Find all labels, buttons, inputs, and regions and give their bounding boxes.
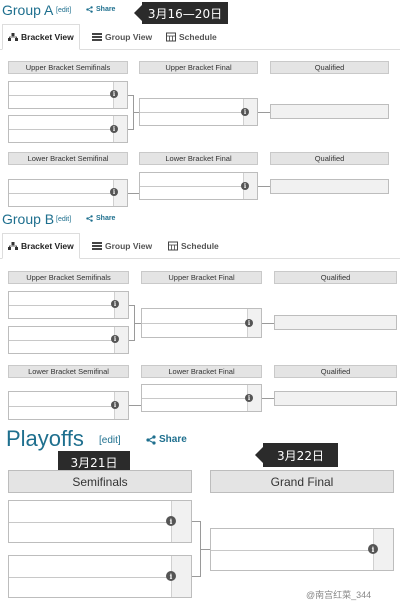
playoffs-share-button[interactable]: Share xyxy=(146,434,187,445)
info-icon[interactable]: i xyxy=(245,394,253,402)
info-icon[interactable]: i xyxy=(110,90,118,98)
match-box[interactable] xyxy=(141,384,262,412)
calendar-icon xyxy=(168,241,178,251)
tab-group-view[interactable]: Group View xyxy=(92,24,152,50)
header-upper-final: Upper Bracket Final xyxy=(139,61,258,74)
qualified-slot xyxy=(274,315,397,330)
final-date-callout: 3月22日 xyxy=(255,443,338,467)
info-icon[interactable]: i xyxy=(111,300,119,308)
tab-bracket-view[interactable]: Bracket View xyxy=(2,233,80,259)
group-a-edit-link[interactable]: [edit] xyxy=(56,7,71,14)
qualified-slot xyxy=(270,104,389,119)
qualified-slot xyxy=(274,391,397,406)
info-icon[interactable]: i xyxy=(111,335,119,343)
info-icon[interactable]: i xyxy=(166,516,176,526)
playoffs-edit-link[interactable]: [edit] xyxy=(99,435,121,446)
qualified-slot xyxy=(270,179,389,194)
header-upper-final: Upper Bracket Final xyxy=(141,271,262,284)
header-qualified: Qualified xyxy=(274,271,397,284)
tab-group-view[interactable]: Group View xyxy=(92,233,152,259)
tab-bracket-view[interactable]: Bracket View xyxy=(2,24,80,50)
list-icon xyxy=(92,242,102,250)
semifinal-match-box[interactable] xyxy=(8,555,192,598)
watermark: @南宫红菜_344 xyxy=(306,590,372,600)
header-qualified: Qualified xyxy=(274,365,397,378)
info-icon[interactable]: i xyxy=(241,182,249,190)
info-icon[interactable]: i xyxy=(111,401,119,409)
group-b-share-button[interactable]: Share xyxy=(86,215,115,222)
tab-schedule[interactable]: Schedule xyxy=(166,24,217,50)
tab-schedule[interactable]: Schedule xyxy=(168,233,219,259)
header-qualified: Qualified xyxy=(270,152,389,165)
header-grand-final: Grand Final xyxy=(210,470,394,493)
group-a-date-callout: 3月16—20日 xyxy=(134,2,228,24)
group-b-title: Group B xyxy=(2,211,55,227)
info-icon[interactable]: i xyxy=(368,544,378,554)
grand-final-match-box[interactable] xyxy=(210,528,394,571)
header-upper-semis: Upper Bracket Semifinals xyxy=(8,61,128,74)
share-icon xyxy=(86,215,93,222)
header-lower-final: Lower Bracket Final xyxy=(141,365,262,378)
match-box[interactable] xyxy=(141,308,262,338)
header-lower-semis: Lower Bracket Semifinal xyxy=(8,152,128,165)
list-icon xyxy=(92,33,102,41)
header-upper-semis: Upper Bracket Semifinals xyxy=(8,271,129,284)
header-semifinals: Semifinals xyxy=(8,470,192,493)
playoffs-title: Playoffs xyxy=(6,426,84,451)
calendar-icon xyxy=(166,32,176,42)
group-b-edit-link[interactable]: [edit] xyxy=(56,216,71,223)
bracket-icon xyxy=(8,242,18,250)
share-icon xyxy=(86,6,93,13)
group-a-share-button[interactable]: Share xyxy=(86,6,115,13)
header-lower-final: Lower Bracket Final xyxy=(139,152,258,165)
bracket-icon xyxy=(8,33,18,41)
info-icon[interactable]: i xyxy=(166,571,176,581)
group-b-tabs: Bracket View Group View Schedule xyxy=(0,233,400,259)
semifinal-match-box[interactable] xyxy=(8,500,192,543)
group-a-title: Group A xyxy=(2,2,54,18)
info-icon[interactable]: i xyxy=(110,188,118,196)
info-icon[interactable]: i xyxy=(241,108,249,116)
info-icon[interactable]: i xyxy=(110,125,118,133)
share-icon xyxy=(146,434,156,445)
header-lower-semis: Lower Bracket Semifinal xyxy=(8,365,129,378)
info-icon[interactable]: i xyxy=(245,319,253,327)
header-qualified: Qualified xyxy=(270,61,389,74)
group-a-tabs: Bracket View Group View Schedule xyxy=(0,24,400,50)
